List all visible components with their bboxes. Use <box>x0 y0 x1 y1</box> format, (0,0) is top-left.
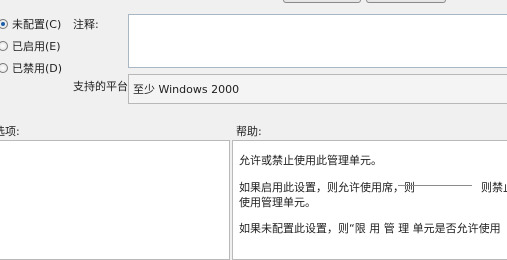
radio-disabled-label: 已禁用(D) <box>12 62 63 75</box>
top-button-right[interactable] <box>366 0 446 3</box>
radio-button-icon <box>0 19 8 29</box>
supported-platform-field: 至少 Windows 2000 <box>128 74 507 104</box>
radio-enabled-label: 已启用(E) <box>12 40 61 53</box>
supported-platform-label: 支持的平台: <box>73 80 132 93</box>
help-text-line: 则禁止 <box>481 181 507 194</box>
help-pane: 允许或禁止使用此管理单元。 如果启用此设置，则允许使用席，则 则禁止 使用管理单… <box>232 140 507 260</box>
help-text-line: 如果未配置此设置，则“限 用 管 理 单元是否允许使用 <box>239 222 501 235</box>
help-text-line: 如果启用此设置，则允许使用席，则 <box>239 181 415 194</box>
redaction-line <box>398 185 472 186</box>
radio-not-configured[interactable]: 未配置(C) <box>0 16 61 32</box>
supported-platform-value: 至少 Windows 2000 <box>133 83 240 96</box>
comment-textarea[interactable] <box>128 14 507 68</box>
radio-button-icon <box>0 41 8 51</box>
help-text-line: 允许或禁止使用此管理单元。 <box>239 154 382 167</box>
comment-label: 注释: <box>73 18 99 31</box>
radio-enabled[interactable]: 已启用(E) <box>0 38 61 54</box>
help-section-label: 帮助: <box>236 125 262 138</box>
options-section-label: 选项: <box>0 125 20 138</box>
radio-button-icon <box>0 63 8 73</box>
radio-not-configured-label: 未配置(C) <box>12 18 62 31</box>
options-pane <box>0 140 230 260</box>
help-text-line: 使用管理单元。 <box>239 196 316 209</box>
radio-disabled[interactable]: 已禁用(D) <box>0 60 62 76</box>
top-button-left[interactable] <box>283 0 361 3</box>
